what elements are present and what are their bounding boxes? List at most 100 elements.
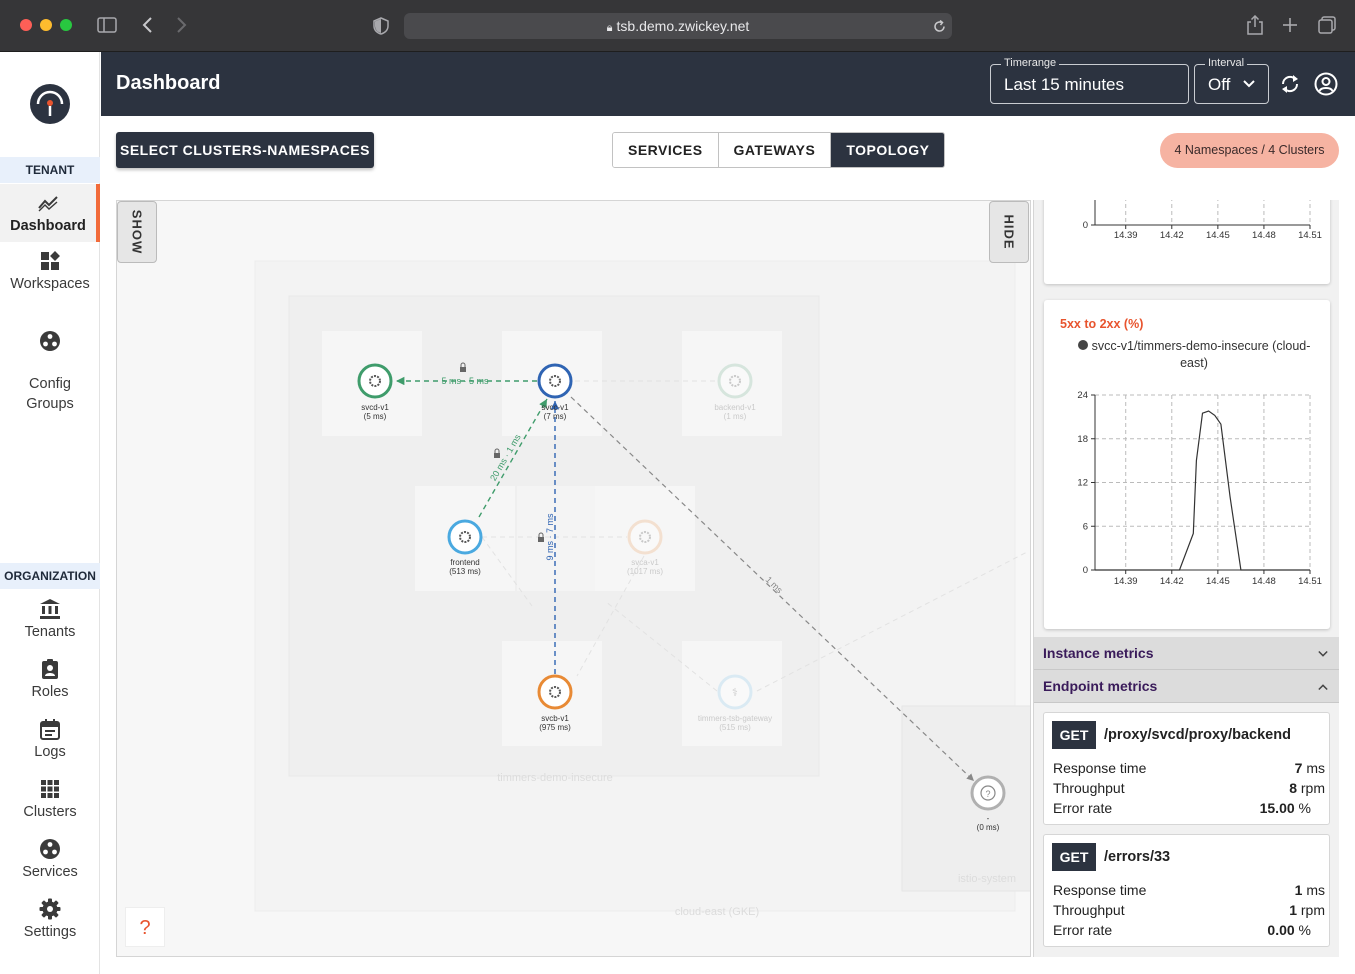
- calendar-icon: [40, 719, 60, 740]
- sidebar-item-dashboard[interactable]: Dashboard: [0, 184, 100, 242]
- metric-unit: %: [1298, 800, 1311, 816]
- new-tab-icon[interactable]: [1282, 17, 1298, 33]
- metric-unit: %: [1298, 922, 1311, 938]
- node-latency: (515 ms): [719, 723, 751, 732]
- error-rate-chart: 0 6 12 18 24 14.39 14.42 14.45 14.48 14.51: [1077, 390, 1321, 587]
- tab-topology[interactable]: TOPOLOGY: [831, 133, 945, 167]
- app-header: Dashboard Timerange Last 15 minutes Inte…: [101, 52, 1355, 116]
- node-name: -: [987, 814, 990, 823]
- metric-unit: ms: [1306, 882, 1325, 898]
- legend-marker: [1077, 340, 1088, 350]
- show-panel-button[interactable]: SHOW: [117, 201, 157, 263]
- lock-icon: 🔒︎: [606, 22, 613, 34]
- kubernetes-icon: [369, 375, 381, 387]
- x-tick-label: 14.45: [1206, 230, 1230, 241]
- http-method-badge: GET: [1052, 721, 1096, 749]
- show-label: SHOW: [129, 209, 145, 255]
- y-tick-label: 0: [1083, 220, 1088, 231]
- help-button[interactable]: ?: [125, 907, 165, 947]
- node-svcb-v1: svcb-v1 (975 ms): [537, 674, 573, 732]
- shield-icon[interactable]: [373, 17, 389, 35]
- sidebar-item-tenants[interactable]: Tenants: [0, 598, 100, 642]
- node-svcd-v1: svcd-v1 (5 ms): [357, 363, 393, 421]
- close-window-button[interactable]: [20, 19, 32, 31]
- tab-gateways[interactable]: GATEWAYS: [718, 133, 832, 167]
- chevron-up-icon: [1318, 684, 1328, 691]
- endpoint-metrics-header[interactable]: Endpoint metrics: [1034, 670, 1339, 703]
- sidebar-item-settings[interactable]: Settings: [0, 898, 100, 942]
- refresh-icon[interactable]: [1279, 73, 1301, 95]
- sidebar-item-roles[interactable]: Roles: [0, 658, 100, 702]
- node-name: frontend: [450, 558, 479, 567]
- sidebar-item-workspaces[interactable]: Workspaces: [0, 250, 100, 294]
- endpoint-path: /errors/33: [1104, 849, 1171, 865]
- kubernetes-icon: [549, 686, 561, 698]
- page-title: Dashboard: [116, 72, 221, 94]
- endpoint-card[interactable]: GET /errors/33 Response time 1 ms Through…: [1043, 834, 1330, 947]
- http-method-badge: GET: [1052, 843, 1096, 871]
- metrics-panel[interactable]: 14.39 14.42 14.45 14.48 14.51 0 5xx to 2xx (%…: [1033, 200, 1339, 957]
- gear-icon: [39, 898, 61, 920]
- sidebar: TENANT Dashboard Workspaces Config Group…: [0, 52, 100, 974]
- maximize-window-button[interactable]: [60, 19, 72, 31]
- badge-icon: [42, 659, 58, 679]
- kubernetes-icon: [729, 375, 741, 387]
- node-name: svcd-v1: [361, 403, 389, 412]
- minimize-window-button[interactable]: [40, 19, 52, 31]
- system-group-box: [901, 705, 1030, 892]
- metric-label: Response time: [1053, 760, 1147, 776]
- node-latency: (1017 ms): [627, 567, 663, 576]
- sidebar-item-logs[interactable]: Logs: [0, 718, 100, 762]
- sidebar-item-services[interactable]: Services: [0, 838, 100, 882]
- sidebar-item-config-groups[interactable]: Config Groups: [0, 310, 100, 414]
- node-latency: (975 ms): [539, 723, 571, 732]
- app-logo[interactable]: [29, 83, 71, 125]
- hide-panel-button[interactable]: HIDE: [989, 201, 1029, 263]
- timerange-select[interactable]: Timerange Last 15 minutes: [990, 57, 1189, 104]
- metric-unit: ms: [1306, 760, 1325, 776]
- gateway-icon: ⚕: [732, 686, 738, 699]
- sidebar-item-clusters[interactable]: Clusters: [0, 778, 100, 822]
- forward-icon[interactable]: [176, 17, 188, 33]
- hide-label: HIDE: [1001, 214, 1017, 250]
- select-clusters-namespaces-button[interactable]: SELECT CLUSTERS-NAMESPACES: [116, 132, 374, 168]
- metric-label: Error rate: [1053, 800, 1113, 816]
- node-svca-v1: svca-v1 (1017 ms): [627, 519, 663, 576]
- back-icon[interactable]: [141, 17, 153, 33]
- instance-metrics-header[interactable]: Instance metrics: [1034, 637, 1339, 670]
- y-tick-label: 24: [1077, 390, 1088, 401]
- sidebar-toggle-icon[interactable]: [97, 17, 117, 33]
- system-label: istio-system: [958, 873, 1016, 885]
- node-svcc-v1: svcc-v1 (7 ms): [537, 363, 573, 421]
- metric-row: Response time 1 ms: [1053, 882, 1325, 898]
- node-name: timmers-tsb-gateway: [698, 714, 772, 723]
- metric-value: 1: [1289, 902, 1297, 918]
- y-tick-label: 12: [1077, 478, 1088, 489]
- address-bar[interactable]: 🔒︎ tsb.demo.zwickey.net: [404, 13, 952, 39]
- tenant-section-header: TENANT: [0, 157, 100, 183]
- x-tick-label: 14.51: [1298, 230, 1322, 241]
- tab-services[interactable]: SERVICES: [613, 133, 719, 167]
- tab-overview-icon[interactable]: [1318, 16, 1336, 34]
- top-chart-card: 14.39 14.42 14.45 14.48 14.51 0: [1044, 200, 1330, 284]
- workspaces-icon: [41, 251, 60, 270]
- endpoint-path: /proxy/svcd/proxy/backend: [1104, 727, 1291, 743]
- node-latency: (1 ms): [724, 412, 747, 421]
- topology-canvas[interactable]: timmers-demo-insecure cloud-east (GKE) i…: [116, 200, 1031, 957]
- share-icon[interactable]: [1247, 15, 1263, 35]
- metric-row: Error rate 0.00 %: [1053, 922, 1325, 938]
- organization-section-header: ORGANIZATION: [0, 563, 100, 589]
- kubernetes-icon: [639, 531, 651, 543]
- interval-select[interactable]: Interval Off: [1194, 57, 1269, 104]
- x-tick-label: 14.42: [1160, 230, 1184, 241]
- svg-text:?: ?: [985, 789, 990, 799]
- browser-toolbar: 🔒︎ tsb.demo.zwickey.net: [0, 0, 1355, 52]
- endpoint-card[interactable]: GET /proxy/svcd/proxy/backend Response t…: [1043, 712, 1330, 825]
- node-name: svcb-v1: [541, 714, 569, 723]
- namespaces-clusters-chip[interactable]: 4 Namespaces / 4 Clusters: [1160, 133, 1339, 168]
- reload-icon[interactable]: [933, 20, 946, 33]
- series-line: [1095, 410, 1310, 571]
- account-icon[interactable]: [1314, 72, 1338, 96]
- chart-title: 5xx to 2xx (%): [1060, 317, 1144, 331]
- x-tick-label: 14.39: [1114, 230, 1138, 241]
